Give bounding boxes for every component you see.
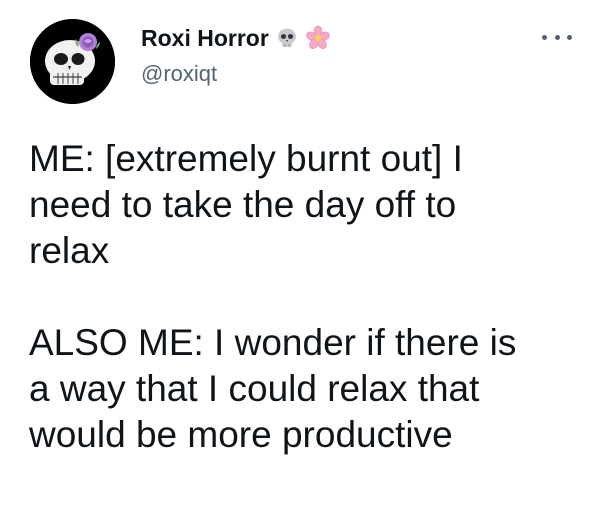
tweet-paragraph: ME: [extremely burnt out] I need to take… [29, 138, 463, 271]
more-dot [567, 34, 572, 40]
avatar[interactable] [30, 19, 115, 104]
more-options-icon[interactable] [542, 30, 572, 44]
author-block: Roxi Horror @roxiqt [141, 24, 331, 87]
cherry-blossom-icon [305, 25, 331, 51]
tweet-paragraph: ALSO ME: I wonder if there is a way that… [29, 322, 517, 455]
skull-icon [275, 26, 299, 50]
tweet-text: ME: [extremely burnt out] I need to take… [29, 136, 584, 458]
display-name[interactable]: Roxi Horror [141, 25, 269, 52]
name-row: Roxi Horror [141, 24, 331, 52]
more-dot [542, 34, 547, 40]
username-handle[interactable]: @roxiqt [141, 61, 331, 87]
skull-avatar-icon [30, 19, 115, 104]
tweet-card: Roxi Horror @roxiqt ME: [extremely burnt… [0, 0, 599, 509]
more-dot [554, 34, 560, 40]
